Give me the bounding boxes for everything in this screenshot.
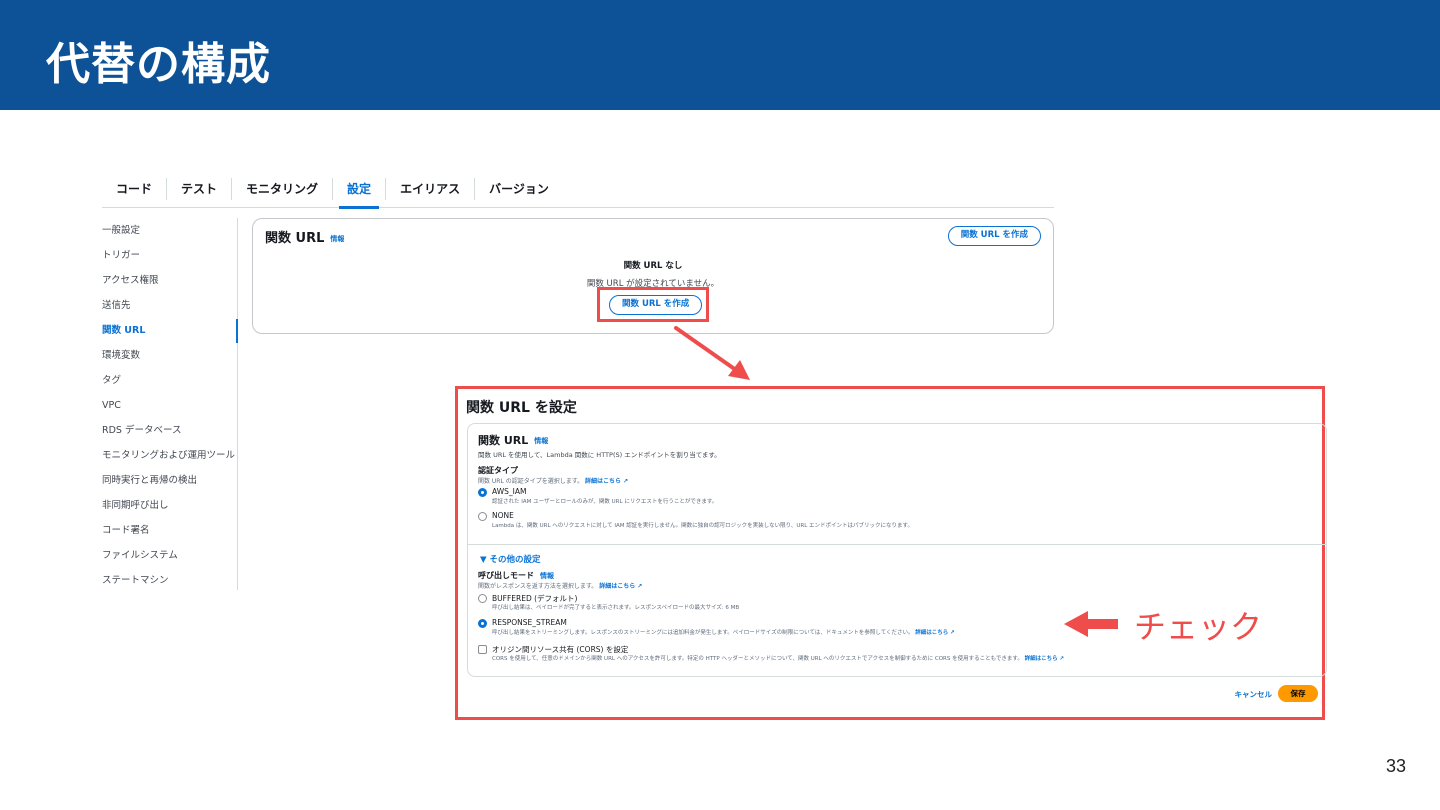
nav-item-rds[interactable]: RDS データベース	[88, 418, 237, 443]
external-link-icon: ↗	[637, 583, 643, 590]
cancel-button[interactable]: キャンセル	[1235, 689, 1273, 700]
nav-item-general[interactable]: 一般設定	[88, 218, 237, 243]
auth-type-title: 認証タイプ	[478, 466, 518, 475]
tab-aliases[interactable]: エイリアス	[386, 177, 476, 200]
left-arrow-icon	[1064, 611, 1118, 637]
nav-item-concurrency[interactable]: 同時実行と再帰の検出	[88, 468, 237, 493]
info-link[interactable]: 情報	[534, 437, 548, 445]
save-button[interactable]: 保存	[1278, 685, 1318, 702]
nav-item-vpc[interactable]: VPC	[88, 393, 237, 418]
invoke-mode-desc: 関数がレスポンスを返す方法を選択します。 詳細はこちら ↗	[478, 581, 642, 590]
external-link-icon: ↗	[1059, 656, 1064, 662]
cors-checkbox[interactable]	[478, 645, 487, 654]
learn-more-link[interactable]: 詳細はこちら	[915, 630, 948, 636]
invoke-mode-title: 呼び出しモード 情報	[478, 570, 554, 581]
nav-item-env-vars[interactable]: 環境変数	[88, 343, 237, 368]
slide-header: 代替の構成	[0, 0, 1440, 110]
tab-bar: コード テスト モニタリング 設定 エイリアス バージョン	[102, 170, 1054, 209]
nav-item-function-url[interactable]: 関数 URL	[88, 318, 237, 343]
nav-item-permissions[interactable]: アクセス権限	[88, 268, 237, 293]
invoke-response-stream-desc-text: 呼び出し結果をストリーミングします。レスポンスのストリーミングには追加料金が発生…	[492, 630, 914, 636]
learn-more-link[interactable]: 詳細はこちら	[599, 583, 635, 590]
auth-none-desc: Lambda は、関数 URL へのリクエストに対して IAM 認証を実行しませ…	[492, 523, 913, 529]
tab-monitoring[interactable]: モニタリング	[232, 177, 334, 200]
learn-more-link[interactable]: 詳細はこちら	[585, 478, 621, 485]
empty-state-title: 関数 URL なし	[623, 261, 683, 271]
highlight-box	[597, 287, 709, 322]
auth-aws-iam-label: AWS_IAM	[492, 487, 527, 496]
info-link[interactable]: 情報	[330, 235, 344, 243]
cors-desc: CORS を使用して、任意のドメインから関数 URL へのアクセスを許可します。…	[492, 654, 1064, 662]
invoke-buffered-desc: 呼び出し結果は、ペイロードが完了すると表示されます。レスポンスペイロードの最大サ…	[492, 605, 740, 611]
learn-more-link[interactable]: 詳細はこちら	[1025, 656, 1058, 662]
auth-type-desc-text: 関数 URL の認証タイプを選択します。	[478, 478, 584, 485]
card-title-text: 関数 URL	[265, 231, 325, 246]
info-link[interactable]: 情報	[540, 572, 554, 580]
auth-none-radio[interactable]	[478, 512, 487, 521]
page-number: 33	[1385, 756, 1406, 776]
section-divider	[468, 544, 1326, 545]
section-desc: 関数 URL を使用して、Lambda 関数に HTTP(S) エンドポイントを…	[478, 451, 721, 459]
nav-item-tags[interactable]: タグ	[88, 368, 237, 393]
nav-item-file-systems[interactable]: ファイルシステム	[88, 543, 237, 568]
invoke-response-stream-desc: 呼び出し結果をストリーミングします。レスポンスのストリーミングには追加料金が発生…	[492, 628, 955, 636]
tab-code[interactable]: コード	[102, 177, 168, 200]
cors-desc-text: CORS を使用して、任意のドメインから関数 URL へのアクセスを許可します。…	[492, 656, 1023, 662]
auth-none-label: NONE	[492, 511, 514, 520]
auth-aws-iam-desc: 認証された IAM ユーザーとロールのみが、関数 URL にリクエストを行うこと…	[492, 499, 718, 505]
dialog-title: 関数 URL を設定	[466, 400, 577, 416]
create-function-url-button[interactable]: 関数 URL を作成	[947, 226, 1041, 246]
slide-title: 代替の構成	[46, 39, 271, 90]
auth-type-desc: 関数 URL の認証タイプを選択します。 詳細はこちら ↗	[478, 476, 628, 485]
tab-test[interactable]: テスト	[167, 177, 233, 200]
tab-versions[interactable]: バージョン	[475, 178, 563, 200]
external-link-icon: ↗	[950, 630, 955, 636]
invoke-mode-title-text: 呼び出しモード	[478, 571, 534, 580]
nav-item-code-signing[interactable]: コード署名	[88, 518, 237, 543]
nav-item-async[interactable]: 非同期呼び出し	[88, 493, 237, 518]
invoke-buffered-radio[interactable]	[478, 594, 487, 603]
active-nav-marker	[236, 319, 238, 343]
invoke-response-stream-label: RESPONSE_STREAM	[492, 618, 567, 627]
external-link-icon: ↗	[622, 478, 629, 485]
config-side-nav: 一般設定 トリガー アクセス権限 送信先 関数 URL 環境変数 タグ VPC …	[88, 218, 238, 590]
tab-configuration[interactable]: 設定	[333, 177, 387, 209]
invoke-mode-desc-text: 関数がレスポンスを返す方法を選択します。	[478, 583, 598, 590]
down-right-arrow-icon	[674, 326, 750, 380]
configure-function-url-screenshot: 関数 URL を設定 関数 URL 情報 関数 URL を使用して、Lambda …	[455, 386, 1327, 720]
auth-aws-iam-radio[interactable]	[478, 488, 487, 497]
nav-item-triggers[interactable]: トリガー	[88, 243, 237, 268]
section-title-text: 関数 URL	[478, 434, 529, 447]
nav-item-monitoring-tools[interactable]: モニタリングおよび運用ツール	[88, 443, 237, 468]
check-annotation: チェック	[1134, 608, 1263, 646]
other-settings-toggle[interactable]: ▼ その他の設定	[480, 553, 541, 565]
function-url-card-title: 関数 URL 情報	[265, 227, 344, 246]
nav-item-destinations[interactable]: 送信先	[88, 293, 237, 318]
section-title: 関数 URL 情報	[478, 432, 548, 448]
invoke-response-stream-radio[interactable]	[478, 619, 487, 628]
nav-item-state-machines[interactable]: ステートマシン	[88, 568, 237, 593]
